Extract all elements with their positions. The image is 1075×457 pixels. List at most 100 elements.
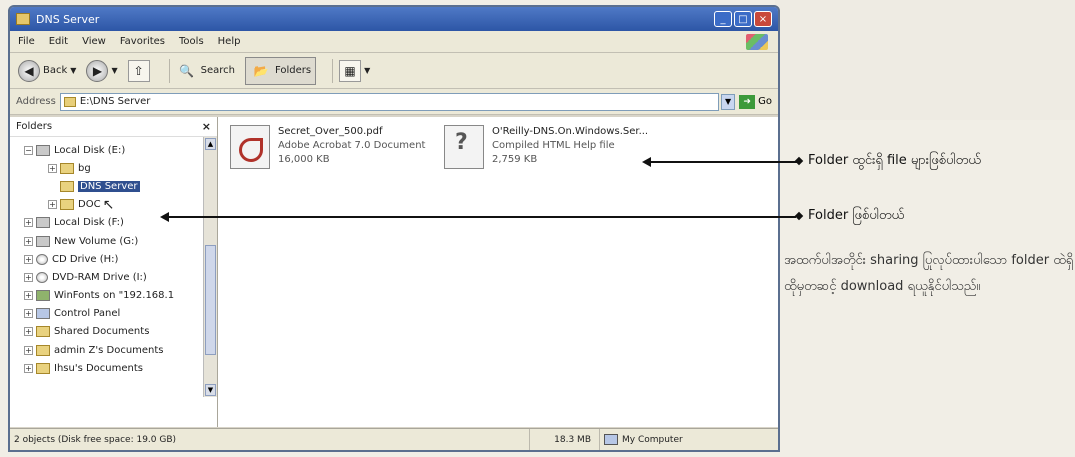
tree-item-local-disk-e[interactable]: − Local Disk (E:) bbox=[10, 141, 217, 159]
chm-help-icon: ? bbox=[444, 125, 484, 169]
folders-button[interactable]: 📂 Folders bbox=[244, 56, 317, 85]
files-pane: Secret_Over_500.pdf Adobe Acrobat 7.0 Do… bbox=[218, 117, 778, 427]
arrow-head-icon bbox=[160, 212, 169, 222]
scroll-thumb[interactable] bbox=[205, 245, 216, 355]
arrow-dot-icon bbox=[794, 156, 804, 166]
go-button[interactable]: ➜ Go bbox=[739, 94, 772, 109]
tree-item-label: Ihsu's Documents bbox=[54, 362, 143, 374]
expand-icon[interactable]: + bbox=[48, 163, 57, 173]
chevron-down-icon[interactable]: ▼ bbox=[111, 66, 117, 75]
file-size: 2,759 KB bbox=[492, 154, 538, 165]
search-button[interactable]: 🔍 Search bbox=[176, 60, 235, 82]
forward-button[interactable]: ▶ ▼ bbox=[86, 59, 118, 82]
menu-view[interactable]: View bbox=[82, 36, 106, 47]
status-size: 18.3 MB bbox=[530, 429, 600, 450]
tree-item-dvd-ram-drive-i[interactable]: + DVD-RAM Drive (I:) bbox=[10, 268, 217, 286]
close-icon[interactable]: × bbox=[202, 120, 211, 133]
tree-item-shared-documents[interactable]: + Shared Documents bbox=[10, 323, 217, 341]
expand-icon[interactable]: + bbox=[24, 363, 33, 373]
expand-icon[interactable]: + bbox=[24, 291, 33, 301]
windows-logo-icon bbox=[746, 34, 768, 50]
folders-pane-header: Folders × bbox=[10, 117, 217, 137]
folders-pane-title: Folders bbox=[16, 121, 53, 132]
network-drive-icon bbox=[36, 290, 50, 302]
tree-item-label: admin Z's Documents bbox=[54, 344, 164, 356]
arrow-head-icon bbox=[642, 157, 651, 167]
background-page-content bbox=[775, 0, 1075, 120]
folder-icon bbox=[16, 13, 30, 25]
minimize-button[interactable]: _ bbox=[714, 11, 732, 27]
expand-icon[interactable]: + bbox=[24, 272, 33, 282]
folders-label: Folders bbox=[274, 65, 312, 76]
scroll-up-icon[interactable]: ▲ bbox=[205, 138, 216, 150]
menu-help[interactable]: Help bbox=[218, 36, 241, 47]
folder-icon bbox=[36, 344, 50, 356]
address-dropdown-button[interactable]: ▼ bbox=[721, 93, 736, 110]
menu-edit[interactable]: Edit bbox=[49, 36, 68, 47]
file-type: Adobe Acrobat 7.0 Document bbox=[278, 140, 426, 151]
explorer-window: DNS Server _ □ × File Edit View Favorite… bbox=[8, 5, 780, 452]
menu-file[interactable]: File bbox=[18, 36, 35, 47]
annotation-folder: Folder ဖြစ်ပါတယ် bbox=[808, 208, 905, 223]
tree-item-cd-drive-h[interactable]: + CD Drive (H:) bbox=[10, 250, 217, 268]
expand-icon[interactable]: + bbox=[24, 345, 33, 355]
title-bar: DNS Server _ □ × bbox=[10, 7, 778, 31]
collapse-icon[interactable]: − bbox=[24, 145, 33, 155]
folders-scrollbar[interactable]: ▲ ▼ bbox=[203, 137, 217, 397]
tree-item-label: DOC bbox=[78, 199, 101, 211]
views-button[interactable]: ▦ ▼ bbox=[339, 59, 371, 82]
address-value: E:\DNS Server bbox=[79, 96, 151, 107]
window-title: DNS Server bbox=[36, 12, 100, 26]
tree-item-user-documents[interactable]: + Ihsu's Documents bbox=[10, 359, 217, 377]
tree-item-label: Local Disk (F:) bbox=[54, 217, 124, 229]
tree-item-label: New Volume (G:) bbox=[54, 235, 139, 247]
control-panel-icon bbox=[36, 308, 50, 320]
close-button[interactable]: × bbox=[754, 11, 772, 27]
search-label: Search bbox=[200, 65, 235, 76]
toolbar-separator bbox=[332, 58, 334, 83]
annotation-arrow-folder bbox=[166, 216, 796, 218]
drive-icon bbox=[36, 144, 50, 156]
annotation-files-in-folder: Folder ထွင်းရှိ file များဖြစ်ပါတယ် bbox=[808, 153, 981, 168]
address-field[interactable]: E:\DNS Server bbox=[59, 92, 720, 111]
go-arrow-icon: ➜ bbox=[739, 94, 756, 109]
expand-icon[interactable]: + bbox=[48, 200, 57, 210]
tree-item-doc[interactable]: + DOC ↖ bbox=[10, 196, 217, 214]
tree-item-winfonts[interactable]: + WinFonts on "192.168.1 bbox=[10, 287, 217, 305]
back-button[interactable]: ◀ Back ▼ bbox=[18, 59, 76, 82]
file-details: O'Reilly-DNS.On.Windows.Ser... Compiled … bbox=[492, 125, 648, 169]
tree-item-label: Control Panel bbox=[54, 308, 121, 320]
tree-item-bg[interactable]: + bg bbox=[10, 159, 217, 177]
folder-icon bbox=[36, 362, 50, 374]
file-item-chm[interactable]: ? O'Reilly-DNS.On.Windows.Ser... Compile… bbox=[444, 125, 648, 169]
mouse-cursor-icon: ↖ bbox=[102, 196, 115, 213]
expand-icon[interactable]: + bbox=[24, 309, 33, 319]
up-folder-button[interactable]: ⇧ bbox=[127, 59, 153, 82]
back-arrow-icon: ◀ bbox=[18, 59, 40, 82]
expand-icon[interactable]: + bbox=[24, 218, 33, 228]
pdf-icon bbox=[230, 125, 270, 169]
file-details: Secret_Over_500.pdf Adobe Acrobat 7.0 Do… bbox=[278, 125, 425, 169]
tree-item-admin-documents[interactable]: + admin Z's Documents bbox=[10, 341, 217, 359]
folder-icon bbox=[60, 199, 74, 211]
expand-icon[interactable]: + bbox=[24, 254, 33, 264]
chevron-down-icon: ▼ bbox=[364, 66, 371, 75]
expand-icon[interactable]: + bbox=[24, 327, 33, 337]
file-item-pdf[interactable]: Secret_Over_500.pdf Adobe Acrobat 7.0 Do… bbox=[230, 125, 425, 169]
tree-item-dns-server[interactable]: DNS Server bbox=[10, 177, 217, 195]
tree-item-label: Shared Documents bbox=[54, 326, 150, 338]
scroll-down-icon[interactable]: ▼ bbox=[205, 384, 216, 396]
page: DNS Server _ □ × File Edit View Favorite… bbox=[0, 0, 1075, 457]
tree-item-new-volume-g[interactable]: + New Volume (G:) bbox=[10, 232, 217, 250]
expand-icon[interactable]: + bbox=[24, 236, 33, 246]
status-location-label: My Computer bbox=[622, 434, 683, 445]
chevron-down-icon[interactable]: ▼ bbox=[70, 66, 76, 75]
tree-item-label: DVD-RAM Drive (I:) bbox=[52, 271, 147, 283]
menu-tools[interactable]: Tools bbox=[179, 36, 204, 47]
menu-favorites[interactable]: Favorites bbox=[120, 36, 165, 47]
book-line: ထိုမှတဆင့် download ရယူနိုင်ပါသည်။ bbox=[784, 279, 981, 294]
tree-item-label-selected: DNS Server bbox=[78, 180, 140, 192]
tree-item-control-panel[interactable]: + Control Panel bbox=[10, 305, 217, 323]
maximize-button[interactable]: □ bbox=[734, 11, 752, 27]
folder-icon bbox=[60, 162, 74, 174]
